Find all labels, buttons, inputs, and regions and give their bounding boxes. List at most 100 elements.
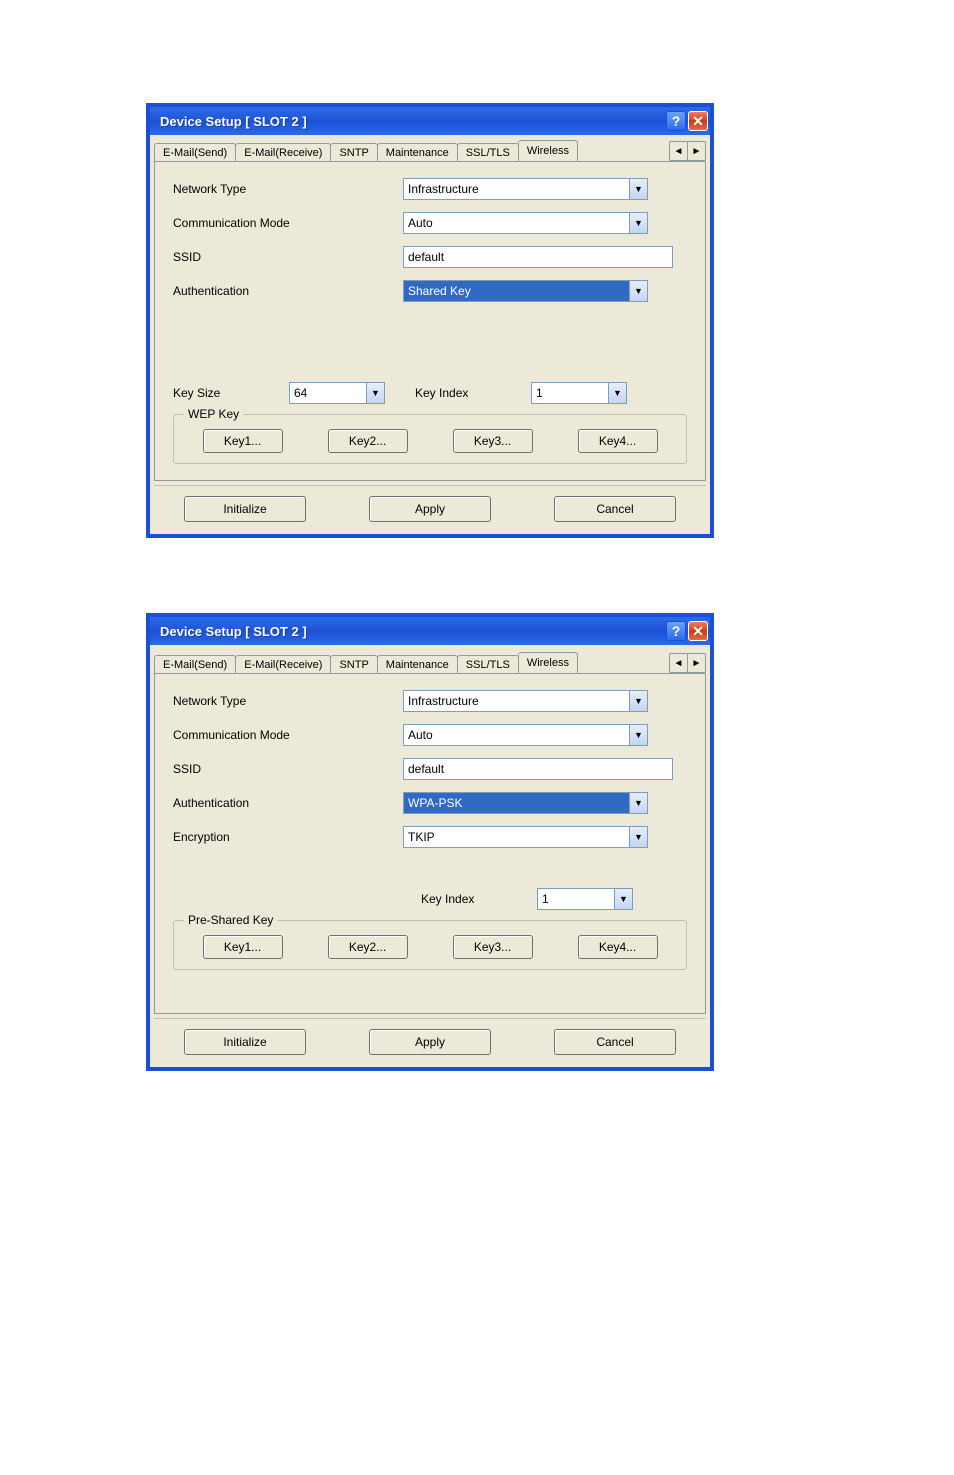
wep-key-group-title: WEP Key <box>184 407 243 421</box>
key1-button[interactable]: Key1... <box>203 429 283 453</box>
tab-email-receive[interactable]: E-Mail(Receive) <box>235 655 331 673</box>
dialog-footer: Initialize Apply Cancel <box>154 1018 706 1061</box>
tab-maintenance[interactable]: Maintenance <box>377 143 458 161</box>
titlebar[interactable]: Device Setup [ SLOT 2 ] ? ✕ <box>150 617 710 645</box>
network-type-select[interactable]: Infrastructure ▼ <box>403 690 648 712</box>
key-size-label: Key Size <box>173 386 271 400</box>
auth-select[interactable]: Shared Key ▼ <box>403 280 648 302</box>
network-type-label: Network Type <box>173 182 403 196</box>
help-button[interactable]: ? <box>666 621 686 641</box>
tab-email-receive[interactable]: E-Mail(Receive) <box>235 143 331 161</box>
auth-value: WPA-PSK <box>403 792 630 814</box>
tab-scroll-right-button[interactable]: ► <box>687 653 706 673</box>
psk-group: Pre-Shared Key Key1... Key2... Key3... K… <box>173 920 687 970</box>
close-icon: ✕ <box>692 623 704 640</box>
window-title: Device Setup [ SLOT 2 ] <box>160 114 307 129</box>
ssid-input[interactable]: default <box>403 246 673 268</box>
key-index-value: 1 <box>537 888 615 910</box>
comm-mode-select[interactable]: Auto ▼ <box>403 212 648 234</box>
device-setup-dialog-1: Device Setup [ SLOT 2 ] ? ✕ E-Mail(Send)… <box>147 104 713 537</box>
dialog-footer: Initialize Apply Cancel <box>154 485 706 528</box>
wireless-panel: Network Type Infrastructure ▼ Communicat… <box>154 673 706 1014</box>
close-icon: ✕ <box>692 113 704 130</box>
dropdown-arrow-icon: ▼ <box>630 212 648 234</box>
key-index-select[interactable]: 1 ▼ <box>537 888 633 910</box>
tabstrip: E-Mail(Send) E-Mail(Receive) SNTP Mainte… <box>154 649 706 673</box>
psk-group-title: Pre-Shared Key <box>184 913 277 927</box>
ssid-input[interactable]: default <box>403 758 673 780</box>
dropdown-arrow-icon: ▼ <box>630 792 648 814</box>
key-size-select[interactable]: 64 ▼ <box>289 382 385 404</box>
key4-button[interactable]: Key4... <box>578 429 658 453</box>
close-button[interactable]: ✕ <box>688 621 708 641</box>
dropdown-arrow-icon: ▼ <box>630 826 648 848</box>
cancel-button[interactable]: Cancel <box>554 496 676 522</box>
dropdown-arrow-icon: ▼ <box>630 690 648 712</box>
key1-button[interactable]: Key1... <box>203 935 283 959</box>
key3-button[interactable]: Key3... <box>453 429 533 453</box>
key4-button[interactable]: Key4... <box>578 935 658 959</box>
key-index-value: 1 <box>531 382 609 404</box>
chevron-right-icon: ► <box>692 146 702 157</box>
initialize-button[interactable]: Initialize <box>184 496 306 522</box>
tab-ssl-tls[interactable]: SSL/TLS <box>457 143 519 161</box>
tab-scroll-left-button[interactable]: ◄ <box>669 653 688 673</box>
ssid-label: SSID <box>173 762 403 776</box>
network-type-label: Network Type <box>173 694 403 708</box>
auth-label: Authentication <box>173 796 403 810</box>
help-icon: ? <box>672 623 681 639</box>
cancel-button[interactable]: Cancel <box>554 1029 676 1055</box>
device-setup-dialog-2: Device Setup [ SLOT 2 ] ? ✕ E-Mail(Send)… <box>147 614 713 1070</box>
network-type-select[interactable]: Infrastructure ▼ <box>403 178 648 200</box>
dropdown-arrow-icon: ▼ <box>615 888 633 910</box>
key-index-label: Key Index <box>415 386 513 400</box>
comm-mode-label: Communication Mode <box>173 728 403 742</box>
key-index-select[interactable]: 1 ▼ <box>531 382 627 404</box>
dropdown-arrow-icon: ▼ <box>609 382 627 404</box>
tab-scroll-left-button[interactable]: ◄ <box>669 141 688 161</box>
tab-ssl-tls[interactable]: SSL/TLS <box>457 655 519 673</box>
tabstrip: E-Mail(Send) E-Mail(Receive) SNTP Mainte… <box>154 139 706 161</box>
auth-select[interactable]: WPA-PSK ▼ <box>403 792 648 814</box>
encryption-value: TKIP <box>403 826 630 848</box>
window-title: Device Setup [ SLOT 2 ] <box>160 624 307 639</box>
dropdown-arrow-icon: ▼ <box>367 382 385 404</box>
tab-email-send[interactable]: E-Mail(Send) <box>154 143 236 161</box>
comm-mode-label: Communication Mode <box>173 216 403 230</box>
tab-scroll-right-button[interactable]: ► <box>687 141 706 161</box>
apply-button[interactable]: Apply <box>369 1029 491 1055</box>
ssid-label: SSID <box>173 250 403 264</box>
dropdown-arrow-icon: ▼ <box>630 178 648 200</box>
comm-mode-value: Auto <box>403 724 630 746</box>
tab-wireless[interactable]: Wireless <box>518 140 578 161</box>
encryption-label: Encryption <box>173 830 403 844</box>
key2-button[interactable]: Key2... <box>328 429 408 453</box>
network-type-value: Infrastructure <box>403 690 630 712</box>
comm-mode-select[interactable]: Auto ▼ <box>403 724 648 746</box>
help-button[interactable]: ? <box>666 111 686 131</box>
apply-button[interactable]: Apply <box>369 496 491 522</box>
tab-maintenance[interactable]: Maintenance <box>377 655 458 673</box>
tab-email-send[interactable]: E-Mail(Send) <box>154 655 236 673</box>
auth-value: Shared Key <box>403 280 630 302</box>
dropdown-arrow-icon: ▼ <box>630 724 648 746</box>
tab-wireless[interactable]: Wireless <box>518 652 578 673</box>
titlebar[interactable]: Device Setup [ SLOT 2 ] ? ✕ <box>150 107 710 135</box>
encryption-select[interactable]: TKIP ▼ <box>403 826 648 848</box>
tab-sntp[interactable]: SNTP <box>330 143 377 161</box>
tab-sntp[interactable]: SNTP <box>330 655 377 673</box>
close-button[interactable]: ✕ <box>688 111 708 131</box>
chevron-left-icon: ◄ <box>674 658 684 669</box>
initialize-button[interactable]: Initialize <box>184 1029 306 1055</box>
network-type-value: Infrastructure <box>403 178 630 200</box>
chevron-left-icon: ◄ <box>674 146 684 157</box>
key3-button[interactable]: Key3... <box>453 935 533 959</box>
chevron-right-icon: ► <box>692 658 702 669</box>
dropdown-arrow-icon: ▼ <box>630 280 648 302</box>
wireless-panel: Network Type Infrastructure ▼ Communicat… <box>154 161 706 481</box>
key-size-value: 64 <box>289 382 367 404</box>
key2-button[interactable]: Key2... <box>328 935 408 959</box>
help-icon: ? <box>672 113 681 129</box>
auth-label: Authentication <box>173 284 403 298</box>
wep-key-group: WEP Key Key1... Key2... Key3... Key4... <box>173 414 687 464</box>
